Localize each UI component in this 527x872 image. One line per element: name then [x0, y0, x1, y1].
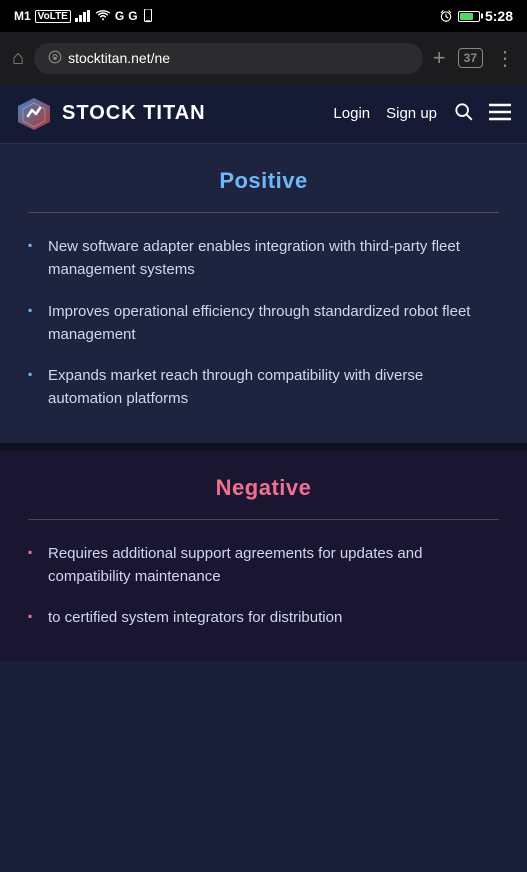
logo-text: STOCK TITAN [62, 102, 206, 125]
alarm-icon [439, 9, 453, 23]
home-button[interactable]: ⌂ [12, 47, 24, 70]
status-right: 5:28 [439, 8, 513, 24]
signup-link[interactable]: Sign up [386, 105, 437, 122]
url-security-icon [48, 50, 62, 67]
list-item: Requires additional support agreements f… [28, 542, 499, 589]
volte-badge: VoLTE [35, 10, 71, 23]
negative-divider [28, 519, 499, 520]
negative-title: Negative [28, 475, 499, 501]
url-text: stocktitan.net/ne [68, 50, 170, 66]
main-content: Positive New software adapter enables in… [0, 144, 527, 661]
list-item: to certified system integrators for dist… [28, 606, 499, 629]
nav-bar: STOCK TITAN Login Sign up [0, 84, 527, 144]
wifi-icon [95, 10, 111, 22]
browser-actions: + 37 ⋮ [433, 45, 515, 71]
list-item: Improves operational efficiency through … [28, 300, 499, 347]
time-display: 5:28 [485, 8, 513, 24]
status-carrier: M1 VoLTE G G [14, 9, 154, 23]
nav-links: Login Sign up [333, 101, 511, 127]
more-options-button[interactable]: ⋮ [495, 46, 515, 71]
signal-icon [75, 10, 91, 22]
network-g2: G [128, 9, 137, 23]
status-bar: M1 VoLTE G G [0, 0, 527, 32]
menu-button[interactable] [489, 101, 511, 127]
list-item: Expands market reach through compatibili… [28, 364, 499, 411]
battery-icon [458, 11, 480, 22]
carrier-text: M1 [14, 9, 31, 23]
browser-bar: ⌂ stocktitan.net/ne + 37 ⋮ [0, 32, 527, 84]
section-gap [0, 443, 527, 451]
list-item: New software adapter enables integration… [28, 235, 499, 282]
login-link[interactable]: Login [333, 105, 370, 122]
new-tab-button[interactable]: + [433, 45, 446, 71]
logo-icon [16, 96, 52, 132]
url-bar[interactable]: stocktitan.net/ne [34, 43, 423, 74]
nav-logo[interactable]: STOCK TITAN [16, 96, 206, 132]
positive-title: Positive [28, 168, 499, 194]
phone-icon [142, 9, 154, 23]
positive-section: Positive New software adapter enables in… [0, 144, 527, 443]
positive-divider [28, 212, 499, 213]
tab-count-button[interactable]: 37 [458, 48, 483, 68]
search-button[interactable] [453, 101, 473, 127]
negative-section: Negative Requires additional support agr… [0, 451, 527, 662]
network-g1: G [115, 9, 124, 23]
negative-list: Requires additional support agreements f… [28, 542, 499, 630]
positive-list: New software adapter enables integration… [28, 235, 499, 411]
